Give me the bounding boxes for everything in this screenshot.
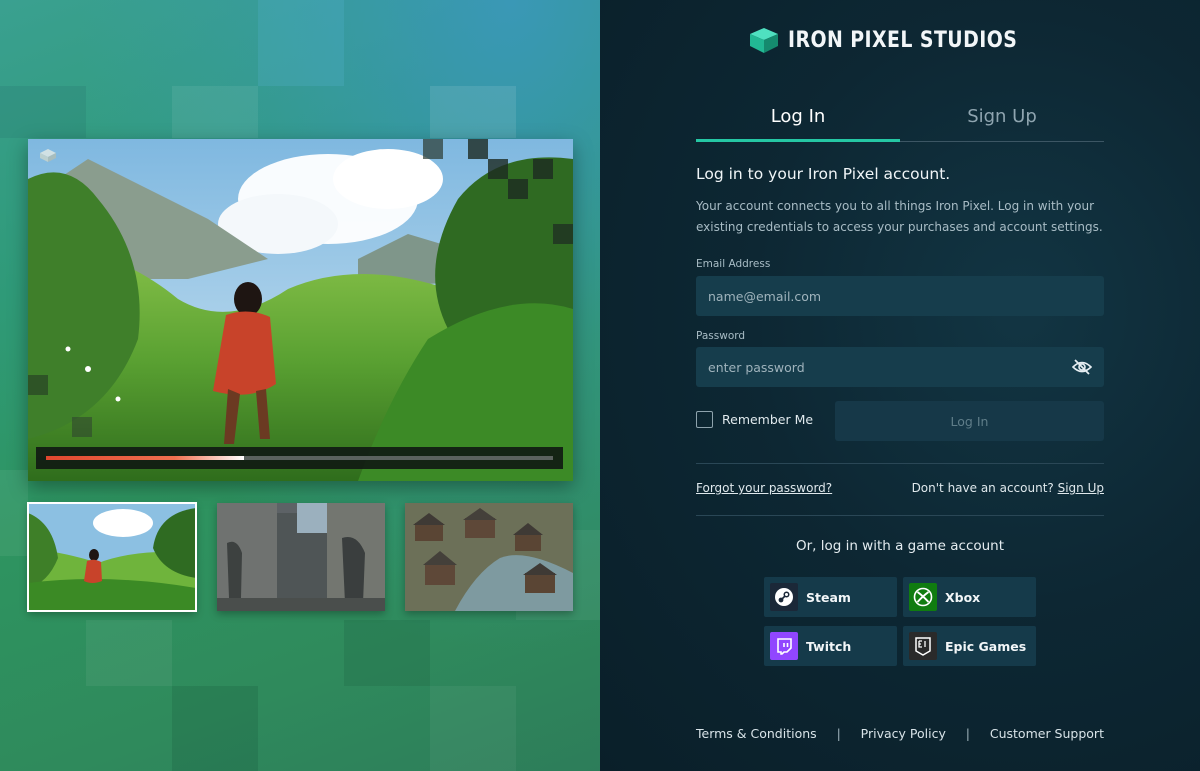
- epic-games-icon: [909, 632, 937, 660]
- email-label: Email Address: [696, 258, 771, 270]
- no-account-text: Don't have an account?: [911, 481, 1054, 495]
- divider: [696, 515, 1104, 516]
- tab-sign-up[interactable]: Sign Up: [900, 98, 1104, 141]
- xbox-icon: [909, 583, 937, 611]
- steam-icon: [770, 583, 798, 611]
- divider: [696, 463, 1104, 464]
- brand-logo: IRON PIXEL STUDIOS: [600, 26, 1200, 54]
- brand-name: IRON PIXEL STUDIOS: [787, 27, 1017, 53]
- steam-login-button[interactable]: Steam: [764, 577, 897, 617]
- eye-slash-icon[interactable]: [1072, 358, 1092, 376]
- meadow-scene-image: [28, 139, 573, 481]
- game-preview[interactable]: [28, 139, 573, 481]
- alt-login-heading: Or, log in with a game account: [795, 538, 1005, 554]
- log-in-button[interactable]: Log In: [835, 401, 1104, 441]
- mosaic-tile: [344, 620, 430, 686]
- mosaic-tile: [430, 686, 516, 771]
- remember-me[interactable]: Remember Me: [696, 411, 836, 428]
- email-field-wrap: [696, 276, 1104, 316]
- twitch-icon: [770, 632, 798, 660]
- password-label: Password: [696, 330, 746, 342]
- mosaic-tile: [0, 470, 28, 556]
- mosaic-tile: [430, 86, 516, 138]
- remember-checkbox[interactable]: [696, 411, 713, 428]
- auth-tabs: Log In Sign Up: [696, 98, 1104, 142]
- thumbnail-meadow-girl[interactable]: [27, 502, 197, 612]
- meadow-thumbnail-image: [28, 503, 196, 611]
- epic-games-label: Epic Games: [945, 638, 1027, 654]
- castle-thumbnail-image: [217, 503, 385, 611]
- xbox-login-button[interactable]: Xbox: [903, 577, 1036, 617]
- terms-link[interactable]: Terms & Conditions: [696, 726, 817, 741]
- showcase-panel: [0, 0, 600, 771]
- mosaic-tile: [86, 620, 172, 686]
- video-progress-bar[interactable]: [36, 447, 563, 469]
- mosaic-tile: [0, 86, 86, 138]
- twitch-login-button[interactable]: Twitch: [764, 626, 897, 666]
- email-field[interactable]: [696, 276, 1104, 316]
- sign-up-link[interactable]: Sign Up: [1058, 481, 1104, 495]
- login-heading: Log in to your Iron Pixel account.: [696, 165, 951, 183]
- xbox-label: Xbox: [945, 589, 981, 605]
- forgot-password-link[interactable]: Forgot your password?: [696, 481, 832, 495]
- mosaic-tile: [172, 686, 258, 771]
- footer-separator: |: [965, 726, 970, 741]
- epic-games-login-button[interactable]: Epic Games: [903, 626, 1036, 666]
- mosaic-tile: [172, 86, 258, 138]
- login-description: Your account connects you to all things …: [696, 199, 1103, 234]
- customer-support-link[interactable]: Customer Support: [990, 726, 1104, 741]
- village-thumbnail-image: [405, 503, 573, 611]
- progress-track[interactable]: [46, 456, 553, 460]
- remember-label: Remember Me: [722, 412, 814, 427]
- thumbnail-castle-knights[interactable]: [217, 503, 385, 611]
- auth-panel: IRON PIXEL STUDIOS Log In Sign Up Log in…: [600, 0, 1200, 771]
- privacy-policy-link[interactable]: Privacy Policy: [861, 726, 946, 741]
- cube-logo-icon: [749, 28, 778, 53]
- signup-prompt: Don't have an account? Sign Up: [912, 481, 1104, 495]
- progress-fill: [46, 456, 244, 460]
- twitch-label: Twitch: [806, 638, 852, 654]
- password-field-wrap: [696, 347, 1104, 387]
- footer-links: Terms & Conditions | Privacy Policy | Cu…: [696, 726, 1104, 741]
- password-field[interactable]: [696, 347, 1104, 387]
- tab-log-in[interactable]: Log In: [696, 98, 900, 142]
- steam-label: Steam: [806, 589, 851, 605]
- thumbnail-medieval-village[interactable]: [405, 503, 573, 611]
- mosaic-tile: [258, 0, 344, 86]
- account-links: Forgot your password? Don't have an acco…: [696, 481, 1104, 495]
- footer-separator: |: [836, 726, 841, 741]
